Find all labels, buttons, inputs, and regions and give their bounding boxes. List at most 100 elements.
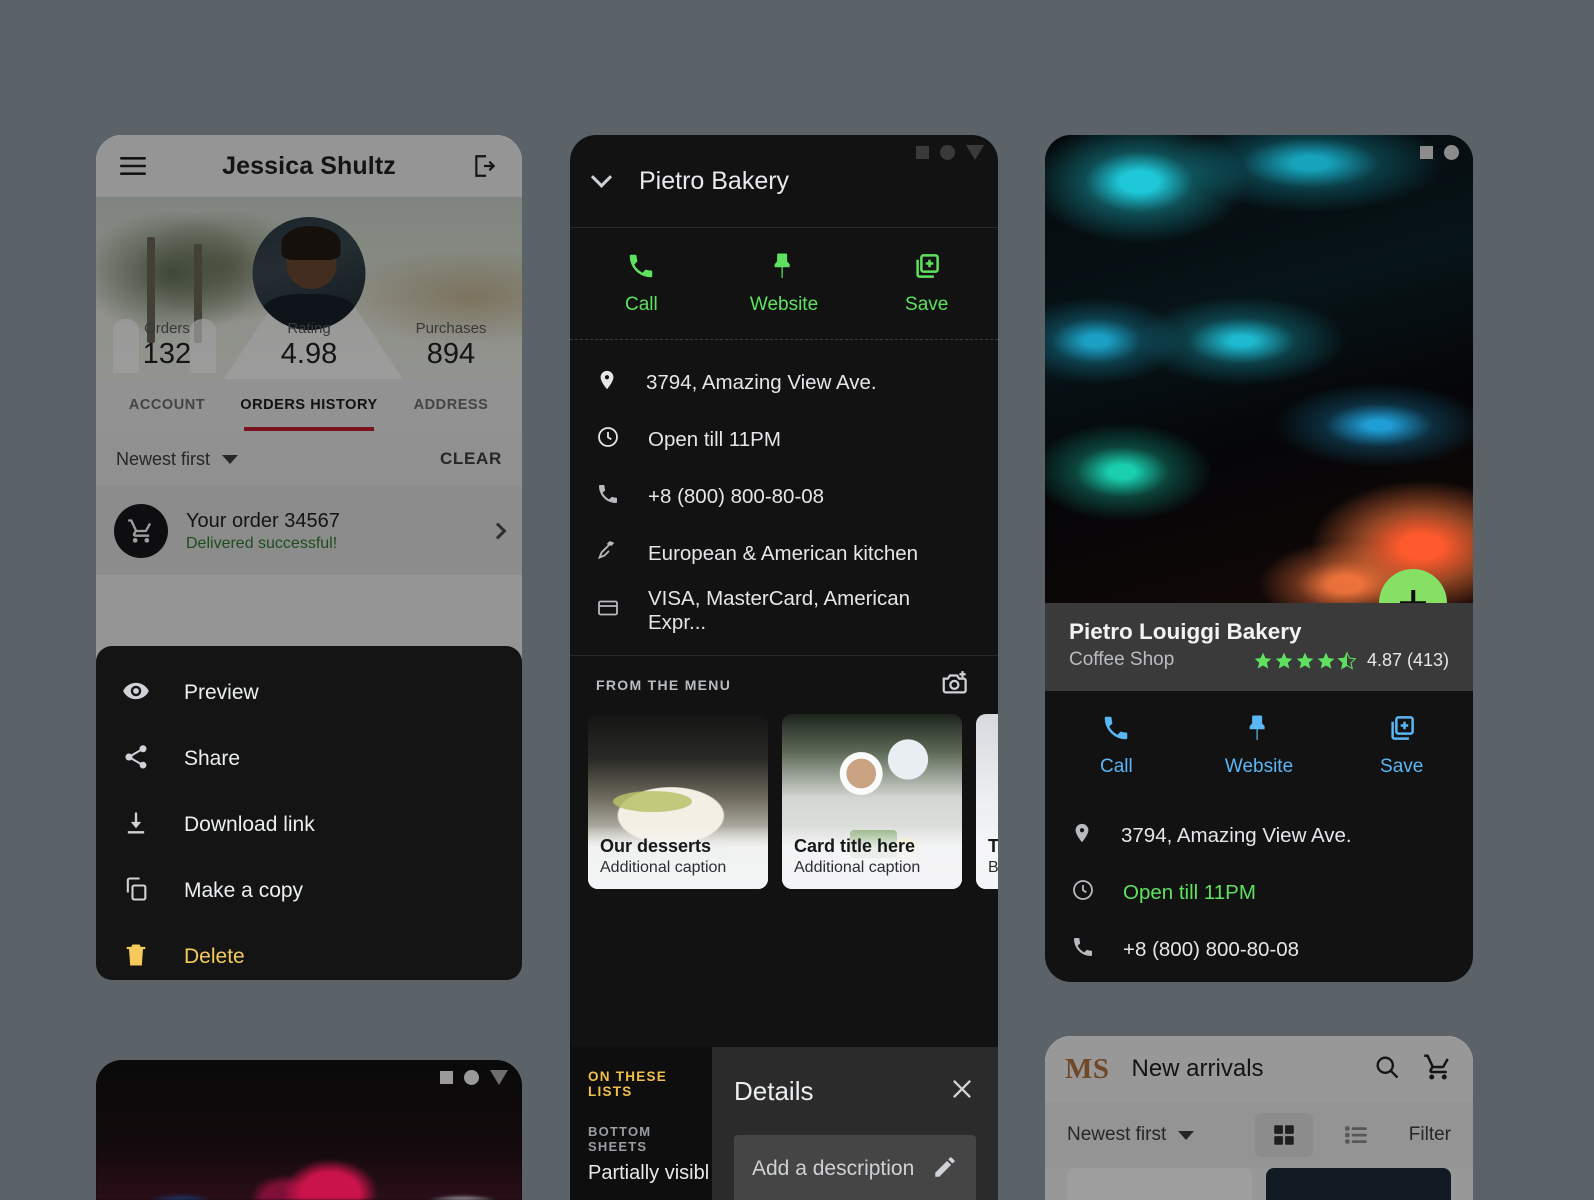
save-button[interactable]: Save: [1330, 713, 1473, 778]
chevron-right-icon[interactable]: [489, 522, 507, 540]
lists-group-label: BOTTOM SHEETS: [588, 1124, 652, 1154]
stat-value: 132: [142, 338, 192, 370]
add-button[interactable]: [1379, 569, 1447, 603]
nav-back-icon[interactable]: [490, 1070, 508, 1085]
logout-icon[interactable]: [468, 149, 502, 183]
info-row-hours[interactable]: Open till 11PM: [570, 411, 998, 468]
info-text: European & American kitchen: [648, 541, 919, 565]
bakery-action-row: Call Website Save: [570, 227, 998, 339]
filter-button[interactable]: Filter: [1409, 1124, 1451, 1146]
info-text: 3794, Amazing View Ave.: [1121, 823, 1352, 847]
location-pin-icon: [1071, 820, 1093, 851]
product-card[interactable]: [1266, 1168, 1451, 1200]
hamburger-icon[interactable]: [116, 149, 150, 183]
avatar: [252, 217, 366, 330]
menu-item-make-a-copy[interactable]: Make a copy: [96, 858, 522, 924]
tab-orders-history[interactable]: ORDERS HISTORY: [238, 379, 380, 431]
orders-toolbar: Newest first CLEAR: [96, 431, 522, 487]
lists-kicker: ON THESE LISTS: [588, 1069, 668, 1099]
place-header: Pietro Louiggi Bakery Coffee Shop 4.87 (…: [1045, 603, 1473, 691]
order-list-item[interactable]: Your order 34567 Delivered successful!: [96, 487, 522, 575]
nav-back-icon[interactable]: [966, 145, 984, 160]
details-bottom-sheet: Details Add a description Information: [712, 1047, 998, 1200]
nav-square-icon[interactable]: [916, 146, 929, 159]
clear-button[interactable]: CLEAR: [440, 449, 502, 469]
shop-title: New arrivals: [1131, 1055, 1264, 1082]
place-hero-photo: [1045, 135, 1473, 603]
android-nav-bar: [916, 145, 984, 160]
menu-item-share[interactable]: Share: [96, 726, 522, 792]
place-name: Pietro Louiggi Bakery: [1069, 619, 1302, 644]
call-button[interactable]: Call: [1045, 713, 1188, 778]
menu-item-label: Preview: [184, 681, 259, 704]
description-field[interactable]: Add a description: [734, 1135, 976, 1200]
pencil-icon[interactable]: [932, 1154, 958, 1185]
stat-orders: Orders 132: [96, 320, 238, 371]
info-row-hours[interactable]: Open till 11PM: [1045, 864, 1473, 921]
info-row-phone[interactable]: +8 (800) 800-80-08: [570, 468, 998, 525]
tab-account[interactable]: ACCOUNT: [96, 379, 238, 431]
lists-group-line: Partially visibl: [588, 1162, 710, 1184]
menu-item-download-link[interactable]: Download link: [96, 792, 522, 858]
stat-value: 4.98: [280, 338, 338, 370]
clock-icon: [1071, 878, 1095, 907]
nav-circle-icon[interactable]: [940, 145, 955, 160]
call-button[interactable]: Call: [570, 251, 713, 316]
product-grid: [1045, 1168, 1473, 1200]
list-view-icon[interactable]: [1327, 1113, 1385, 1157]
place-rating: 4.87 (413): [1253, 650, 1449, 671]
add-photo-icon[interactable]: [938, 668, 972, 703]
sort-dropdown[interactable]: Newest first: [116, 448, 239, 470]
website-button[interactable]: Website: [1188, 713, 1331, 778]
nav-circle-icon[interactable]: [464, 1070, 479, 1085]
section-kicker: FROM THE MENU: [596, 677, 732, 693]
menu-card[interactable]: T B: [976, 714, 998, 889]
menu-item-label: Delete: [184, 945, 245, 968]
menu-card-carousel[interactable]: Our desserts Additional caption Card tit…: [570, 714, 998, 911]
context-menu: Preview Share Download link Make a copy …: [96, 646, 522, 980]
tab-address[interactable]: ADDRESS: [380, 379, 522, 431]
phone-icon: [1071, 935, 1095, 964]
close-icon[interactable]: [948, 1075, 976, 1108]
info-text: Open till 11PM: [648, 427, 781, 451]
menu-item-preview[interactable]: Preview: [96, 660, 522, 726]
menu-card[interactable]: Card title here Additional caption: [782, 714, 962, 889]
info-row-payments[interactable]: VISA, MasterCard, American Expr...: [570, 582, 998, 639]
menu-item-delete[interactable]: Delete: [96, 924, 522, 990]
profile-app-bar: Jessica Shultz: [96, 135, 522, 197]
eye-icon: [122, 677, 150, 710]
website-label: Website: [1224, 755, 1294, 777]
chevron-down-icon: [1178, 1130, 1195, 1140]
nav-square-icon[interactable]: [440, 1071, 453, 1084]
bakery-info-list: 3794, Amazing View Ave. Open till 11PM +…: [570, 340, 998, 655]
info-row-cuisine[interactable]: European & American kitchen: [570, 525, 998, 582]
grid-view-icon[interactable]: [1254, 1113, 1313, 1157]
website-button[interactable]: Website: [713, 251, 856, 316]
website-label: Website: [749, 294, 819, 315]
nav-circle-icon[interactable]: [1444, 145, 1459, 160]
info-row-address[interactable]: 3794, Amazing View Ave.: [1045, 807, 1473, 864]
menu-item-label: Make a copy: [184, 879, 304, 902]
cart-icon[interactable]: [1423, 1052, 1453, 1087]
call-label: Call: [624, 294, 658, 315]
bakery-phone-panel: Pietro Bakery Call Website Save 3794, Am…: [570, 135, 998, 1200]
android-nav-bar: [1420, 145, 1459, 160]
screenshot-canvas: Jessica Shultz Orders 132 Rating 4.98 Pu…: [0, 0, 1594, 1200]
chevron-down-icon[interactable]: [590, 166, 613, 188]
product-card[interactable]: [1067, 1168, 1252, 1200]
search-icon[interactable]: [1373, 1053, 1401, 1086]
trash-icon: [122, 941, 150, 974]
save-button[interactable]: Save: [855, 251, 998, 316]
order-title: Your order 34567: [186, 509, 340, 532]
plus-icon: [1400, 590, 1426, 603]
sort-value: Newest first: [116, 448, 211, 469]
info-row-phone[interactable]: +8 (800) 800-80-08: [1045, 921, 1473, 978]
menu-card[interactable]: Our desserts Additional caption: [588, 714, 768, 889]
place-info-list: 3794, Amazing View Ave. Open till 11PM +…: [1045, 799, 1473, 982]
nav-square-icon[interactable]: [1420, 146, 1433, 159]
stat-label: Orders: [144, 320, 190, 337]
stat-rating: Rating 4.98: [238, 320, 380, 371]
info-row-address[interactable]: 3794, Amazing View Ave.: [570, 354, 998, 411]
sort-dropdown[interactable]: Newest first: [1067, 1124, 1195, 1146]
card-title: Card title here: [794, 836, 916, 856]
